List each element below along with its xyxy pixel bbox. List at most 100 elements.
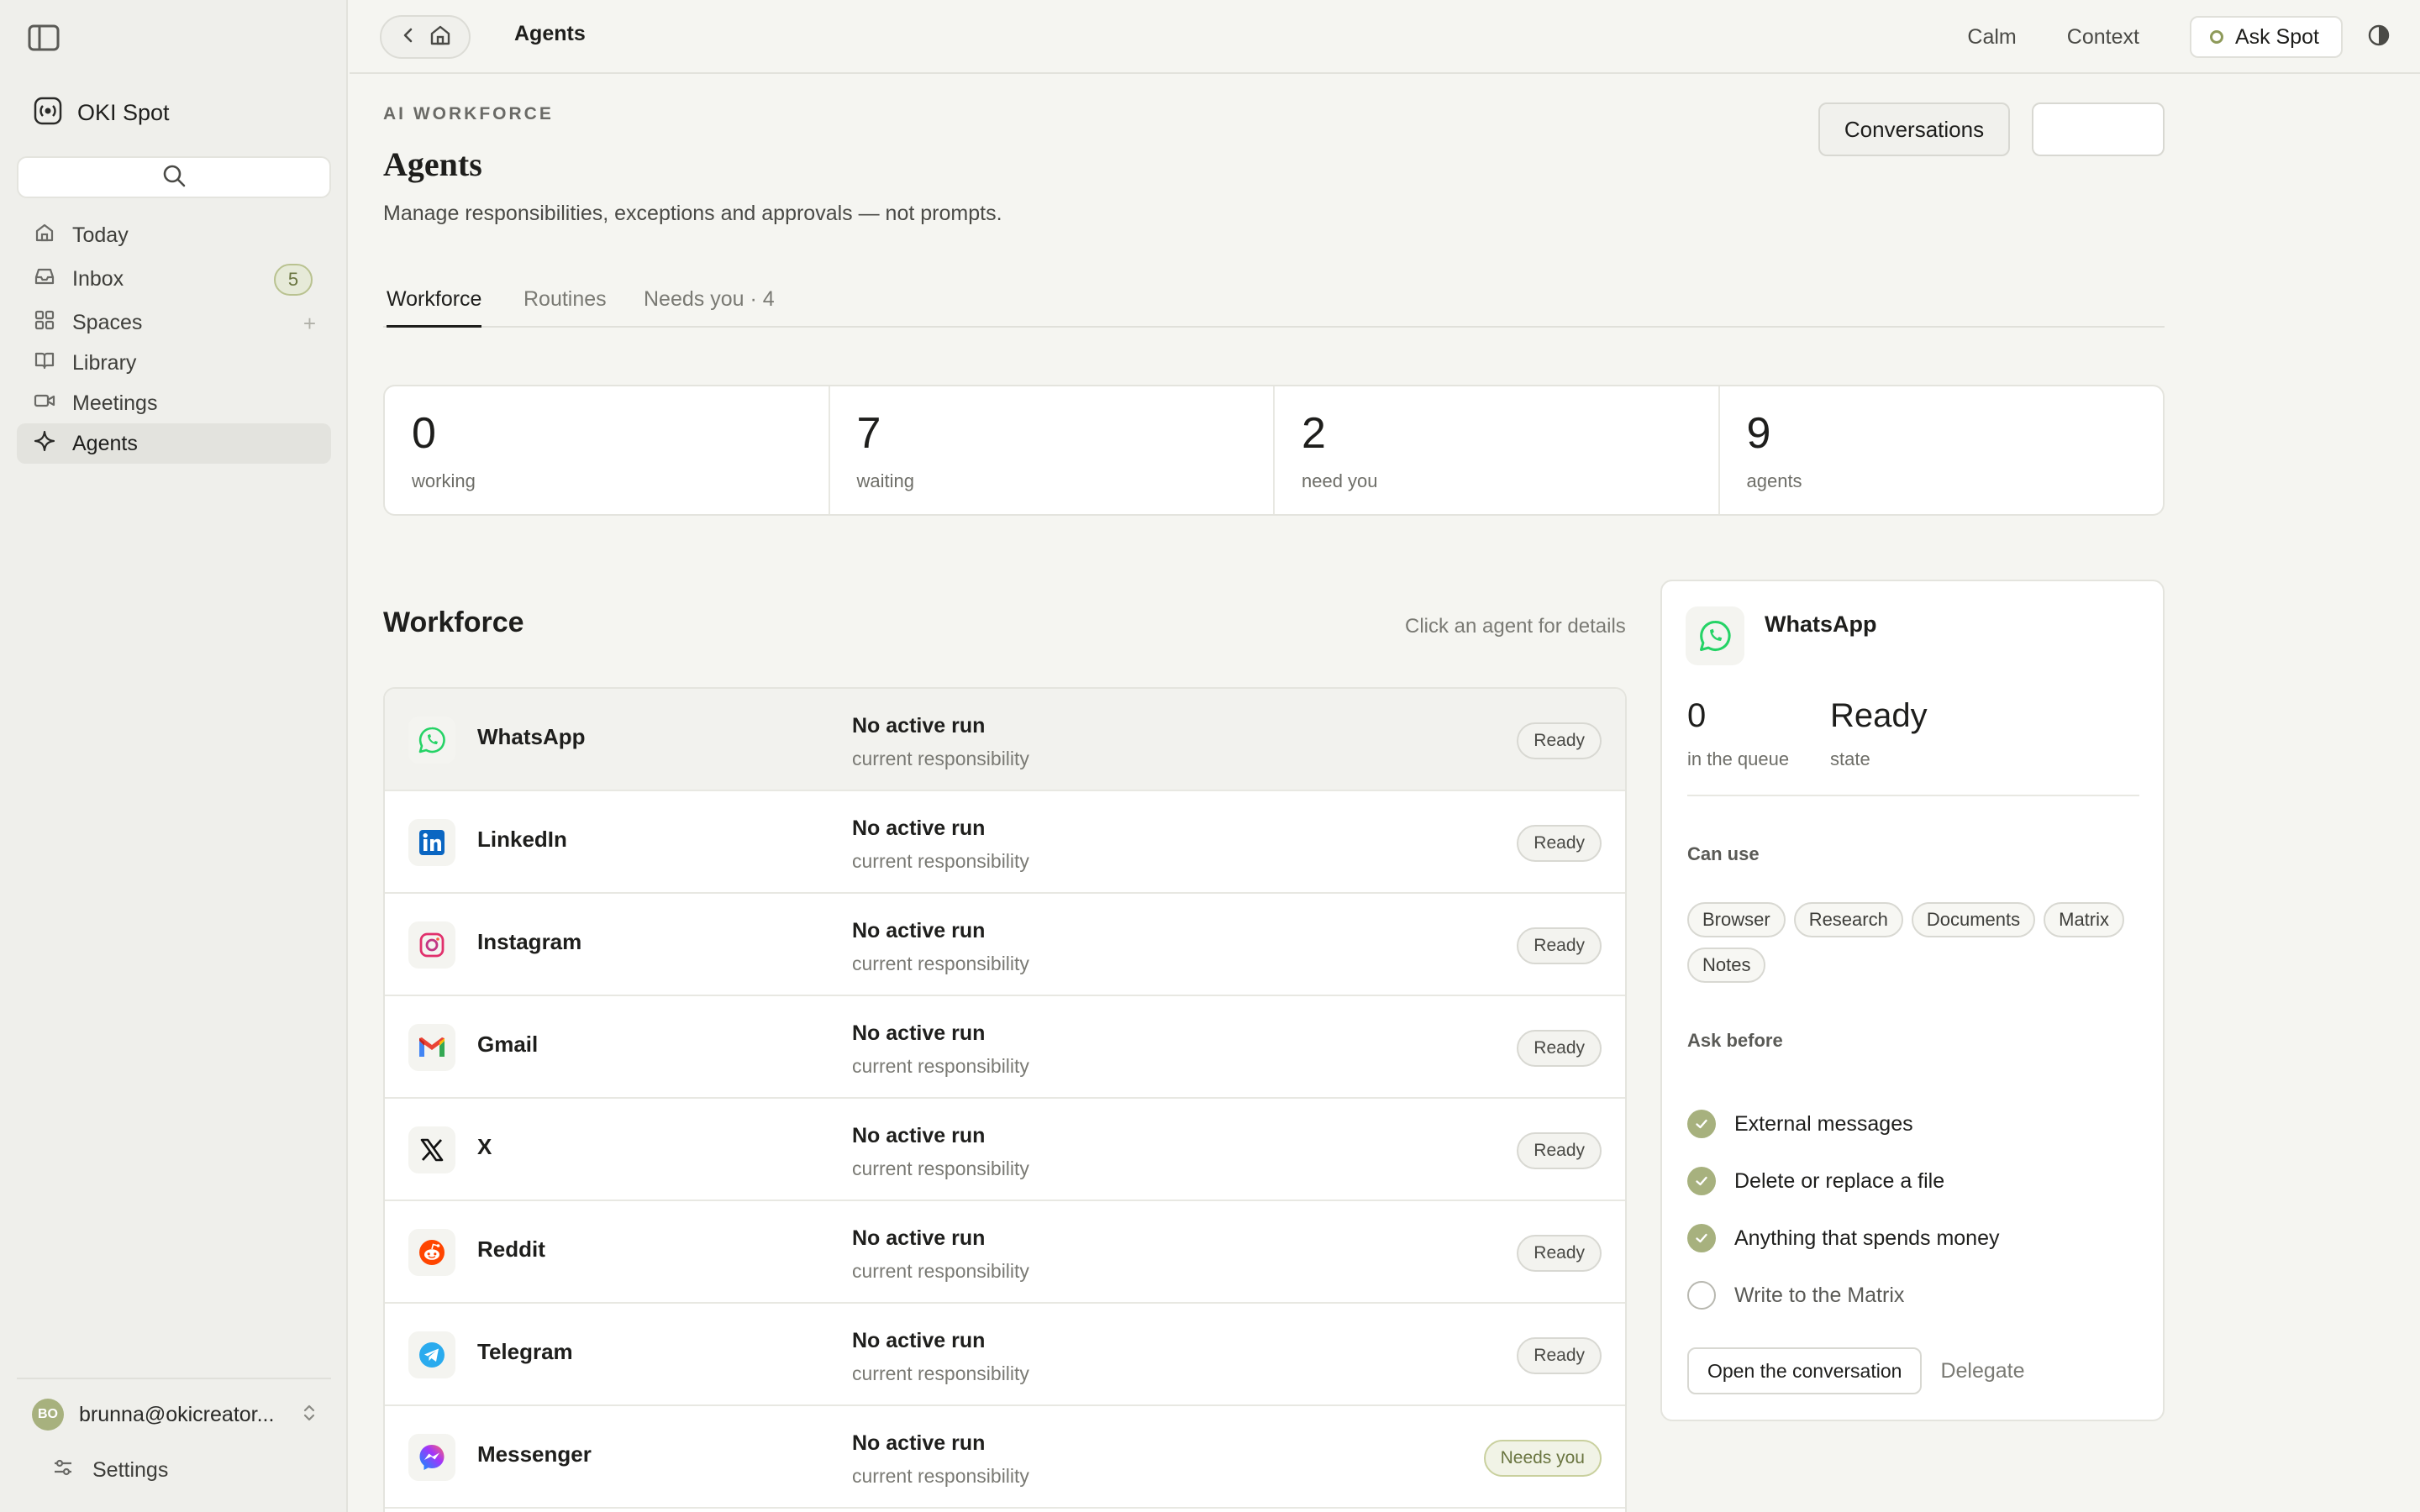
inbox-count-badge: 5	[274, 264, 313, 296]
back-icon[interactable]	[399, 25, 418, 50]
gmail-icon	[408, 1024, 455, 1071]
telegram-icon	[408, 1331, 455, 1378]
sidebar-item-meetings[interactable]: Meetings	[17, 383, 331, 423]
settings-link[interactable]: Settings	[52, 1453, 168, 1487]
theme-toggle-icon[interactable]	[2366, 23, 2391, 52]
sidebar-item-library[interactable]: Library	[17, 343, 331, 383]
can-use-heading: Can use	[1687, 843, 1760, 864]
capability-chip: Matrix	[2044, 902, 2125, 937]
ask-before-item[interactable]: Write to the Matrix	[1687, 1267, 2141, 1324]
detail-divider	[1687, 795, 2139, 796]
stat-need-you: 2 need you	[1275, 386, 1720, 514]
page-title: Agents	[383, 145, 482, 183]
sidebar-toggle-icon[interactable]	[27, 24, 60, 52]
conversations-button[interactable]: Conversations	[1818, 102, 2010, 156]
book-icon	[34, 349, 55, 377]
agent-responsibility: current responsibility	[852, 1055, 1029, 1077]
agent-name: Telegram	[477, 1339, 573, 1364]
calm-button[interactable]: Calm	[1967, 25, 2016, 50]
brand[interactable]: OKI Spot	[34, 94, 170, 131]
status-badge: Ready	[1517, 1030, 1602, 1067]
sidebar-nav: Today Inbox 5 Spaces + Library Meetings …	[17, 215, 331, 464]
context-button[interactable]: Context	[2067, 25, 2139, 50]
agent-run: No active run	[852, 1431, 986, 1455]
ask-before-list: External messages Delete or replace a fi…	[1687, 1095, 2141, 1324]
agent-name: LinkedIn	[477, 827, 567, 852]
capability-chip: Browser	[1687, 902, 1786, 937]
ask-before-item[interactable]: External messages	[1687, 1095, 2141, 1152]
agent-run: No active run	[852, 1329, 986, 1352]
agent-run: No active run	[852, 1226, 986, 1250]
empty-circle-icon	[1687, 1281, 1716, 1310]
stat-waiting: 7 waiting	[830, 386, 1275, 514]
search-icon	[161, 163, 187, 192]
tab-needs-you[interactable]: Needs you · 4	[644, 287, 775, 328]
home-icon[interactable]	[429, 24, 452, 51]
stat-value: 2	[1302, 409, 1326, 458]
sidebar-item-inbox[interactable]: Inbox 5	[17, 259, 331, 299]
secondary-action-button[interactable]	[2032, 102, 2165, 156]
tab-workforce[interactable]: Workforce	[387, 287, 482, 328]
ask-before-item[interactable]: Anything that spends money	[1687, 1210, 2141, 1267]
account-email: brunna@okicreator...	[79, 1402, 275, 1426]
brand-logo-icon	[34, 97, 62, 129]
agent-name: Messenger	[477, 1441, 592, 1467]
agent-responsibility: current responsibility	[852, 850, 1029, 872]
grid-icon	[34, 309, 55, 337]
agent-row-whatsapp[interactable]: WhatsApp No active run current responsib…	[385, 689, 1625, 791]
sidebar-item-spaces[interactable]: Spaces +	[17, 302, 331, 343]
ask-spot-label: Ask Spot	[2234, 24, 2319, 49]
agent-responsibility: current responsibility	[852, 1158, 1029, 1179]
ask-spot-button[interactable]: Ask Spot	[2189, 16, 2343, 58]
agent-row-x[interactable]: X No active run current responsibility R…	[385, 1099, 1625, 1201]
brand-name: OKI Spot	[77, 99, 170, 125]
checkmark-icon	[1687, 1110, 1716, 1138]
sidebar-item-label: Library	[72, 350, 137, 375]
status-badge: Ready	[1517, 722, 1602, 759]
capability-chip: Documents	[1911, 902, 2036, 937]
delegate-button[interactable]: Delegate	[1940, 1359, 2024, 1383]
agent-row-reddit[interactable]: Reddit No active run current responsibil…	[385, 1201, 1625, 1304]
page-breadcrumb-title: Agents	[514, 22, 586, 45]
status-badge: Ready	[1517, 1132, 1602, 1169]
status-badge: Ready	[1517, 1337, 1602, 1374]
x-icon	[408, 1126, 455, 1173]
inbox-icon	[34, 265, 55, 293]
tab-bar: Workforce Routines Needs you · 4	[383, 279, 2165, 328]
sliders-icon	[52, 1457, 74, 1484]
settings-label: Settings	[92, 1457, 169, 1482]
video-icon	[34, 390, 55, 417]
agent-row-gmail[interactable]: Gmail No active run current responsibili…	[385, 996, 1625, 1099]
agent-row-messenger[interactable]: Messenger No active run current responsi…	[385, 1406, 1625, 1509]
agent-row-linkedin[interactable]: LinkedIn No active run current responsib…	[385, 791, 1625, 894]
workforce-hint: Click an agent for details	[1405, 615, 1626, 638]
agent-name: Instagram	[477, 929, 582, 954]
sidebar-search[interactable]	[17, 156, 331, 198]
sidebar-item-today[interactable]: Today	[17, 215, 331, 255]
agent-row-telegram[interactable]: Telegram No active run current responsib…	[385, 1304, 1625, 1406]
stat-value: 9	[1746, 409, 1771, 458]
add-space-icon[interactable]: +	[303, 311, 316, 337]
nav-controls	[380, 15, 471, 59]
stat-label: agents	[1746, 470, 1802, 491]
agent-row-instagram[interactable]: Instagram No active run current responsi…	[385, 894, 1625, 996]
agent-responsibility: current responsibility	[852, 748, 1029, 769]
tab-routines[interactable]: Routines	[523, 287, 607, 328]
open-conversation-button[interactable]: Open the conversation	[1687, 1347, 1923, 1394]
detail-state-stat: Ready state	[1830, 697, 1928, 770]
chevron-updown-icon	[301, 1402, 318, 1428]
sidebar-item-label: Today	[72, 223, 129, 247]
ask-before-item[interactable]: Delete or replace a file	[1687, 1152, 2141, 1210]
detail-queue-label: in the queue	[1687, 748, 1790, 769]
detail-state-value: Ready	[1830, 697, 1928, 734]
reddit-icon	[408, 1229, 455, 1276]
checkmark-icon	[1687, 1224, 1716, 1252]
capability-chips: Browser Research Documents Matrix Notes	[1687, 902, 2141, 983]
ask-before-label: Write to the Matrix	[1734, 1283, 1905, 1307]
top-bar-actions: Calm Context Ask Spot	[1967, 15, 2391, 59]
sidebar: OKI Spot Today Inbox 5 Spaces + Library …	[0, 0, 348, 1512]
agent-list: WhatsApp No active run current responsib…	[383, 687, 1627, 1512]
sidebar-item-agents[interactable]: Agents	[17, 423, 331, 464]
ask-before-label: Anything that spends money	[1734, 1226, 2000, 1250]
account-switcher[interactable]: BO brunna@okicreator...	[32, 1398, 318, 1431]
